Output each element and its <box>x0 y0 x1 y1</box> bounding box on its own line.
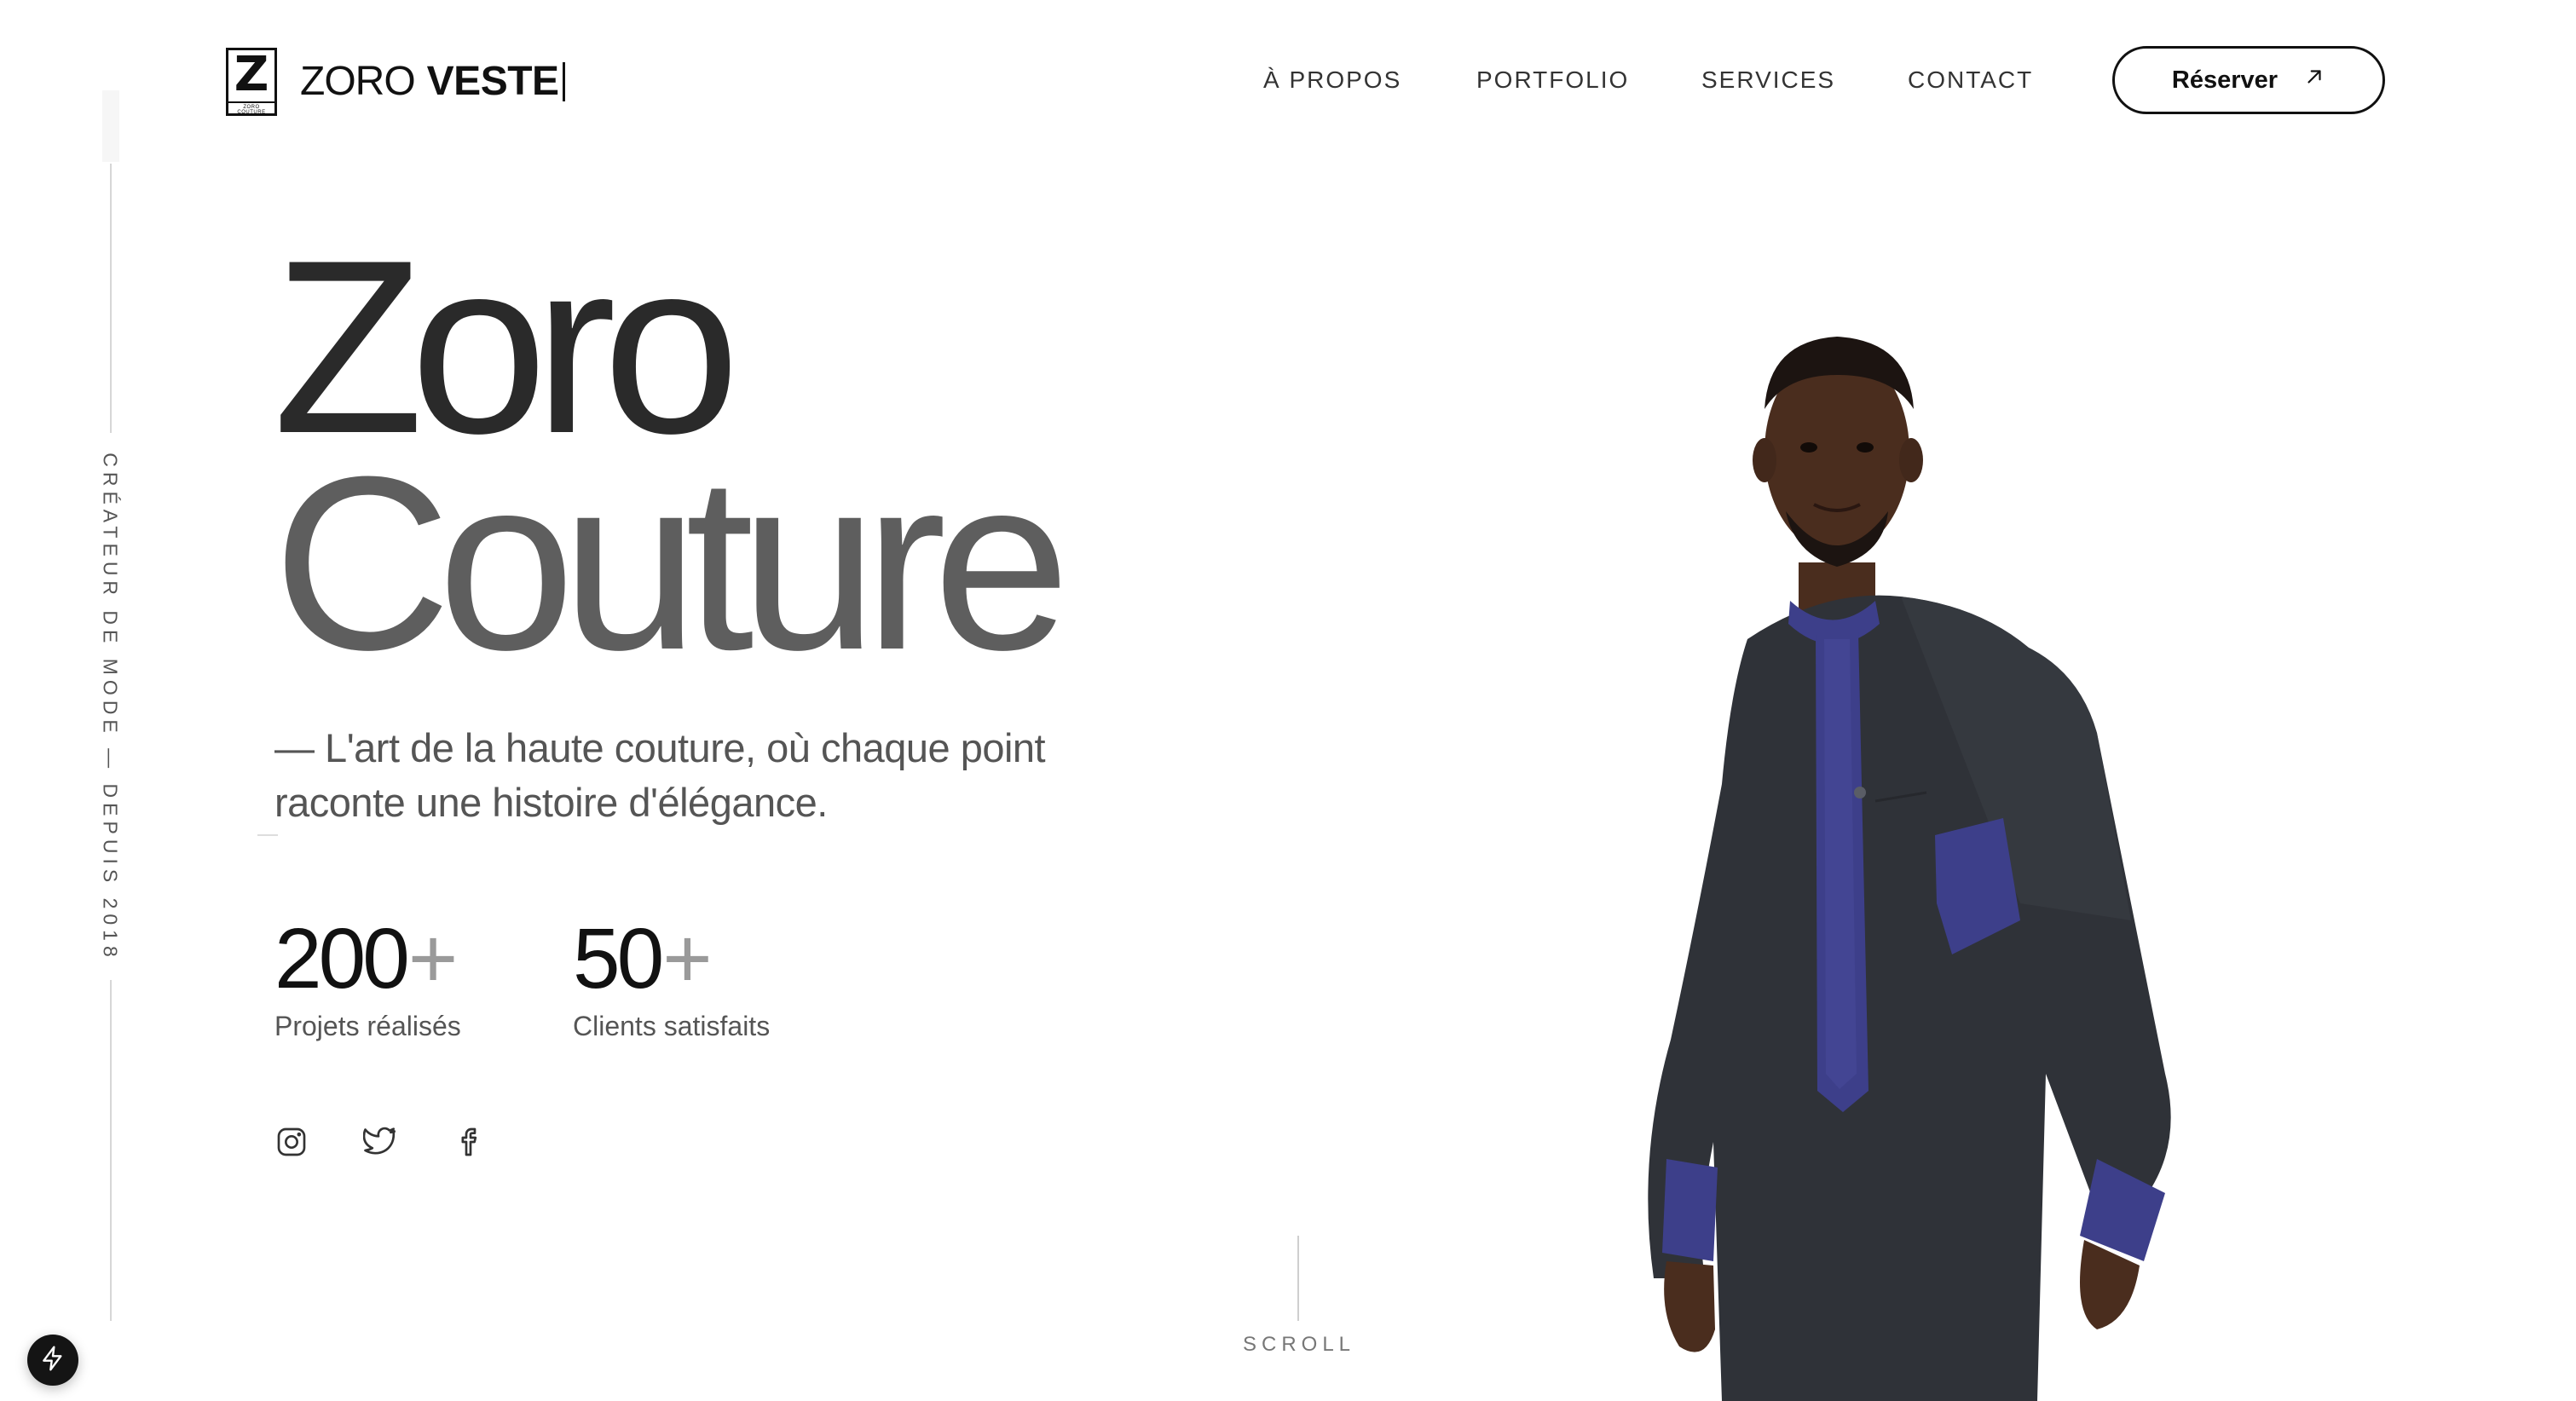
stat-label: Clients satisfaits <box>573 1011 771 1041</box>
stat-number: 50 <box>573 911 664 1006</box>
nav-link-contact[interactable]: CONTACT <box>1908 66 2033 94</box>
brand-name-bold: VESTE <box>426 59 559 104</box>
stat-suffix: + <box>407 911 458 1006</box>
lightning-button[interactable] <box>27 1335 78 1386</box>
brand-name-light: ZORO <box>300 59 416 104</box>
arrow-up-right-icon <box>2303 66 2325 95</box>
stat-value: 50+ <box>573 912 770 1006</box>
rail-divider-bottom <box>110 980 112 1321</box>
rail-fade <box>102 90 119 162</box>
facebook-icon[interactable] <box>453 1125 488 1159</box>
hero-tagline: — L'art de la haute couture, où chaque p… <box>274 725 1046 825</box>
rail-caption: CRÉATEUR DE MODE — DEPUIS 2018 <box>99 453 122 962</box>
nav-link-portfolio[interactable]: PORTFOLIO <box>1476 66 1629 94</box>
scroll-indicator-label[interactable]: SCROLL <box>1243 1333 1355 1357</box>
stat-clients: 50+ Clients satisfaits <box>573 912 770 1042</box>
logo-letter: Z <box>234 47 269 102</box>
nav-link-a-propos[interactable]: À PROPOS <box>1263 66 1401 94</box>
instagram-icon[interactable] <box>274 1125 309 1159</box>
stat-number: 200 <box>274 911 410 1006</box>
divider <box>257 834 278 836</box>
stat-value: 200+ <box>274 912 461 1006</box>
hero-title-line-2: Couture <box>273 425 1071 701</box>
scroll-indicator-line <box>1297 1236 1299 1321</box>
rail-divider-top <box>110 164 112 433</box>
stat-label: Projets réalisés <box>274 1011 461 1041</box>
brand-name[interactable]: ZORO VESTE <box>300 56 565 107</box>
stat-projects: 200+ Projets réalisés <box>274 912 461 1042</box>
lightning-icon <box>39 1345 66 1376</box>
nav-link-services[interactable]: SERVICES <box>1701 66 1835 94</box>
logo-mark[interactable]: Z ZORO COUTURE <box>226 48 277 116</box>
reserve-button[interactable]: Réserver <box>2112 46 2385 114</box>
stat-suffix: + <box>662 911 712 1006</box>
twitter-icon[interactable] <box>362 1125 397 1159</box>
logo-caption: ZORO COUTURE <box>228 101 274 115</box>
page: Z ZORO COUTURE ZORO VESTE À PROPOS PORTF… <box>0 0 2576 1401</box>
text-caret <box>562 62 565 101</box>
reserve-button-label: Réserver <box>2171 66 2279 94</box>
model-portrait <box>1620 307 2302 1401</box>
